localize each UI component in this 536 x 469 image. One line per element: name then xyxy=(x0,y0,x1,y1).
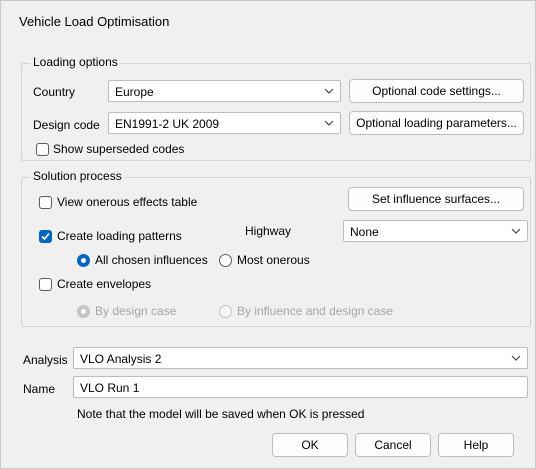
highway-value: None xyxy=(350,225,379,239)
create-loading-patterns-label[interactable]: Create loading patterns xyxy=(57,229,182,243)
window-title: Vehicle Load Optimisation xyxy=(19,14,170,29)
save-note: Note that the model will be saved when O… xyxy=(77,407,365,421)
design-code-value: EN1991-2 UK 2009 xyxy=(115,117,220,131)
show-superseded-label[interactable]: Show superseded codes xyxy=(53,142,184,156)
design-code-label: Design code xyxy=(33,118,100,132)
checkmark-icon xyxy=(41,232,50,241)
help-button[interactable]: Help xyxy=(438,433,514,457)
optional-loading-parameters-button[interactable]: Optional loading parameters... xyxy=(349,111,524,135)
analysis-label: Analysis xyxy=(23,353,68,367)
country-select[interactable]: Europe xyxy=(108,80,341,102)
dialog-window: Vehicle Load Optimisation Loading option… xyxy=(0,0,536,469)
chevron-down-icon xyxy=(511,228,521,234)
cancel-button[interactable]: Cancel xyxy=(355,433,431,457)
by-design-case-label[interactable]: By design case xyxy=(95,304,176,318)
title-bar[interactable]: Vehicle Load Optimisation xyxy=(1,1,535,45)
all-chosen-influences-radio[interactable] xyxy=(77,254,90,267)
create-envelopes-checkbox[interactable] xyxy=(39,278,52,291)
highway-label: Highway xyxy=(245,224,292,238)
analysis-value: VLO Analysis 2 xyxy=(80,352,162,366)
analysis-select[interactable]: VLO Analysis 2 xyxy=(73,347,528,369)
solution-process-caption: Solution process xyxy=(30,169,125,183)
optional-code-settings-button[interactable]: Optional code settings... xyxy=(349,79,524,103)
name-value: VLO Run 1 xyxy=(80,381,140,395)
most-onerous-label[interactable]: Most onerous xyxy=(237,253,310,267)
by-influence-and-design-case-label[interactable]: By influence and design case xyxy=(237,304,393,318)
create-loading-patterns-checkbox[interactable] xyxy=(39,230,52,243)
by-design-case-radio[interactable] xyxy=(77,305,90,318)
chevron-down-icon xyxy=(511,355,521,361)
loading-options-caption: Loading options xyxy=(30,55,121,69)
view-onerous-label[interactable]: View onerous effects table xyxy=(57,195,197,209)
ok-button[interactable]: OK xyxy=(272,433,348,457)
name-input[interactable]: VLO Run 1 xyxy=(73,376,528,398)
create-envelopes-label[interactable]: Create envelopes xyxy=(57,277,151,291)
by-influence-and-design-case-radio[interactable] xyxy=(219,305,232,318)
view-onerous-checkbox[interactable] xyxy=(39,196,52,209)
all-chosen-influences-label[interactable]: All chosen influences xyxy=(95,253,208,267)
country-value: Europe xyxy=(115,85,154,99)
country-label: Country xyxy=(33,85,76,99)
set-influence-surfaces-button[interactable]: Set influence surfaces... xyxy=(348,187,524,211)
chevron-down-icon xyxy=(324,88,334,94)
design-code-select[interactable]: EN1991-2 UK 2009 xyxy=(108,112,341,134)
highway-select[interactable]: None xyxy=(343,220,528,242)
most-onerous-radio[interactable] xyxy=(219,254,232,267)
name-label: Name xyxy=(23,382,56,396)
show-superseded-checkbox[interactable] xyxy=(36,143,49,156)
chevron-down-icon xyxy=(324,120,334,126)
